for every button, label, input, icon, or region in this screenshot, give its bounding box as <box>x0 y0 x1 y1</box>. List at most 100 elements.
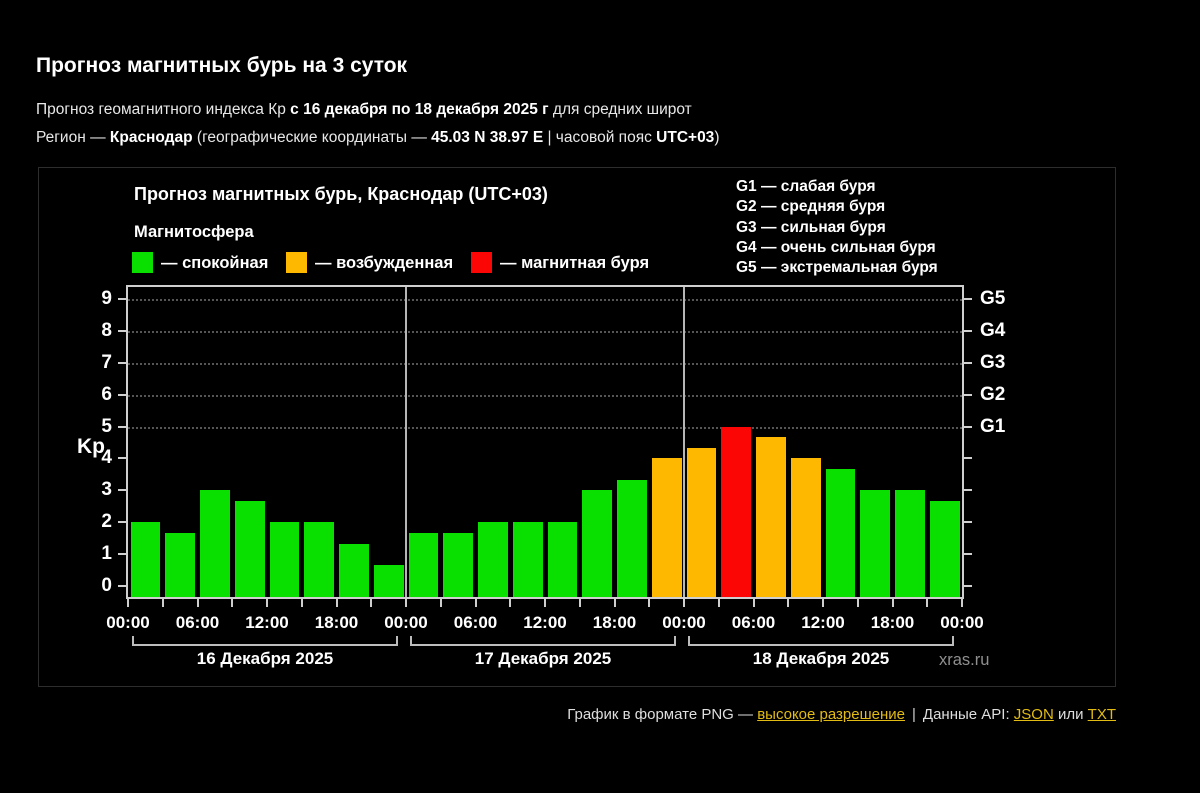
high-resolution-link[interactable]: высокое разрешение <box>757 706 905 723</box>
y-tick-right <box>964 553 972 556</box>
subtitle-region-mid: (географические координаты — <box>192 129 432 146</box>
kp-bar <box>895 490 925 597</box>
kp-bar <box>304 522 334 597</box>
y-tick-left <box>118 361 126 364</box>
json-link[interactable]: JSON <box>1014 706 1054 723</box>
legend-label-storm: — магнитная буря <box>500 254 650 272</box>
legend-swatch-quiet <box>132 252 153 273</box>
legend-label-quiet: — спокойная <box>161 254 269 272</box>
y-tick-left <box>118 489 126 492</box>
gridline-kp7 <box>128 362 962 365</box>
y-tick-left <box>118 521 126 524</box>
legend-title: Магнитосфера <box>134 223 254 241</box>
g-axis-label-g2: G2 <box>980 383 1006 405</box>
kp-bar <box>617 479 647 597</box>
footer-text-png: График в формате PNG — <box>567 706 758 723</box>
region-coordinates: 45.03 N 38.97 E <box>431 129 544 146</box>
subtitle-period-pre: Прогноз геомагнитного индекса Кр <box>36 101 291 118</box>
subtitle-region: Регион — Краснодар (географические коорд… <box>36 129 719 147</box>
g-scale-legend: G1 — слабая буря G2 — средняя буря G3 — … <box>736 177 938 278</box>
x-axis-time-label: 12:00 <box>801 613 845 632</box>
g-scale-line-g1: G1 — слабая буря <box>736 178 876 195</box>
x-tick <box>544 599 546 607</box>
gridline-kp6 <box>128 394 962 397</box>
subtitle-region-post: ) <box>714 129 720 146</box>
subtitle-region-pre: Регион — <box>36 129 110 146</box>
y-tick-left <box>118 297 126 300</box>
legend-label-excited: — возбужденная <box>315 254 454 272</box>
y-axis-tick-label: 8 <box>101 319 112 341</box>
kp-bar <box>547 522 578 597</box>
subtitle-period: Прогноз геомагнитного индекса Кр с 16 де… <box>36 101 692 119</box>
kp-bar <box>130 522 161 597</box>
x-tick <box>127 599 129 607</box>
x-tick <box>822 599 824 607</box>
x-axis-time-label: 00:00 <box>940 613 984 632</box>
subtitle-region-mid2: | часовой пояс <box>543 129 657 146</box>
kp-bar <box>478 522 508 597</box>
subtitle-period-post: для средних широт <box>548 101 692 118</box>
kp-bar <box>165 532 195 597</box>
chart-title: Прогноз магнитных бурь, Краснодар (UTC+0… <box>134 184 548 204</box>
y-tick-left <box>118 457 126 460</box>
kp-bar <box>651 458 682 597</box>
x-tick <box>787 599 790 607</box>
y-axis-tick-label: 7 <box>101 351 112 373</box>
x-tick <box>300 599 303 607</box>
x-tick <box>891 599 894 607</box>
y-tick-right <box>964 361 972 364</box>
x-tick <box>266 599 268 607</box>
kp-bar <box>408 532 439 597</box>
x-axis-time-label: 12:00 <box>523 613 567 632</box>
x-tick <box>196 599 199 607</box>
x-tick <box>648 599 651 607</box>
subtitle-period-range: с 16 декабря по 18 декабря 2025 г <box>290 101 549 118</box>
g-scale-line-g5: G5 — экстремальная буря <box>736 259 938 277</box>
x-axis-time-label: 12:00 <box>245 613 289 632</box>
g-axis-label-g3: G3 <box>980 351 1006 373</box>
x-tick <box>439 599 442 607</box>
y-tick-left <box>118 329 126 332</box>
x-tick <box>926 599 929 607</box>
x-axis-time-label: 00:00 <box>106 613 150 632</box>
x-axis-time-label: 18:00 <box>870 613 915 632</box>
y-axis-tick-label: 9 <box>101 287 112 309</box>
x-axis-time-label: 00:00 <box>662 613 706 632</box>
x-tick <box>717 599 720 607</box>
legend-swatch-excited <box>286 252 307 273</box>
region-name: Краснодар <box>109 129 193 146</box>
plot-area: 0 1 2 3 4 5 6 7 8 9 G1 G2 G3 G4 G5 00:00 06:00 12:00 18:00… <box>101 285 1005 632</box>
x-tick <box>405 599 407 607</box>
x-tick <box>578 599 581 607</box>
kp-bar <box>686 447 717 597</box>
day-separator <box>405 287 407 597</box>
page-title: Прогноз магнитных бурь на 3 суток <box>36 54 408 77</box>
x-tick <box>509 599 512 607</box>
x-tick <box>683 599 685 607</box>
gridline-kp8 <box>128 330 962 333</box>
x-tick <box>161 599 164 607</box>
x-tick <box>856 599 859 607</box>
kp-bar <box>373 564 404 597</box>
footer-separator: | <box>912 706 916 723</box>
x-tick <box>613 599 616 607</box>
footer-text-api: Данные API: <box>922 706 1014 723</box>
g-scale-line-g4: G4 — очень сильная буря <box>736 238 936 256</box>
y-tick-right <box>964 489 972 492</box>
day-label-1: 16 Декабря 2025 <box>196 649 334 668</box>
gridline-kp9 <box>128 298 962 301</box>
kp-bar <box>860 490 890 597</box>
footer: График в формате PNG — высокое разрешени… <box>567 706 1116 723</box>
x-tick <box>370 599 373 607</box>
g-scale-line-g2: G2 — средняя буря <box>736 198 886 216</box>
txt-link[interactable]: TXT <box>1088 706 1116 723</box>
chart-panel: Прогноз магнитных бурь, Краснодар (UTC+0… <box>38 167 1116 687</box>
x-axis-time-label: 06:00 <box>453 613 498 632</box>
y-tick-right <box>964 329 972 332</box>
x-axis-time-label: 00:00 <box>384 613 428 632</box>
y-tick-right <box>964 457 972 460</box>
kp-bar <box>234 500 265 597</box>
region-timezone: UTC+03 <box>656 129 715 146</box>
legend-swatch-storm <box>471 252 492 273</box>
x-tick <box>752 599 755 607</box>
